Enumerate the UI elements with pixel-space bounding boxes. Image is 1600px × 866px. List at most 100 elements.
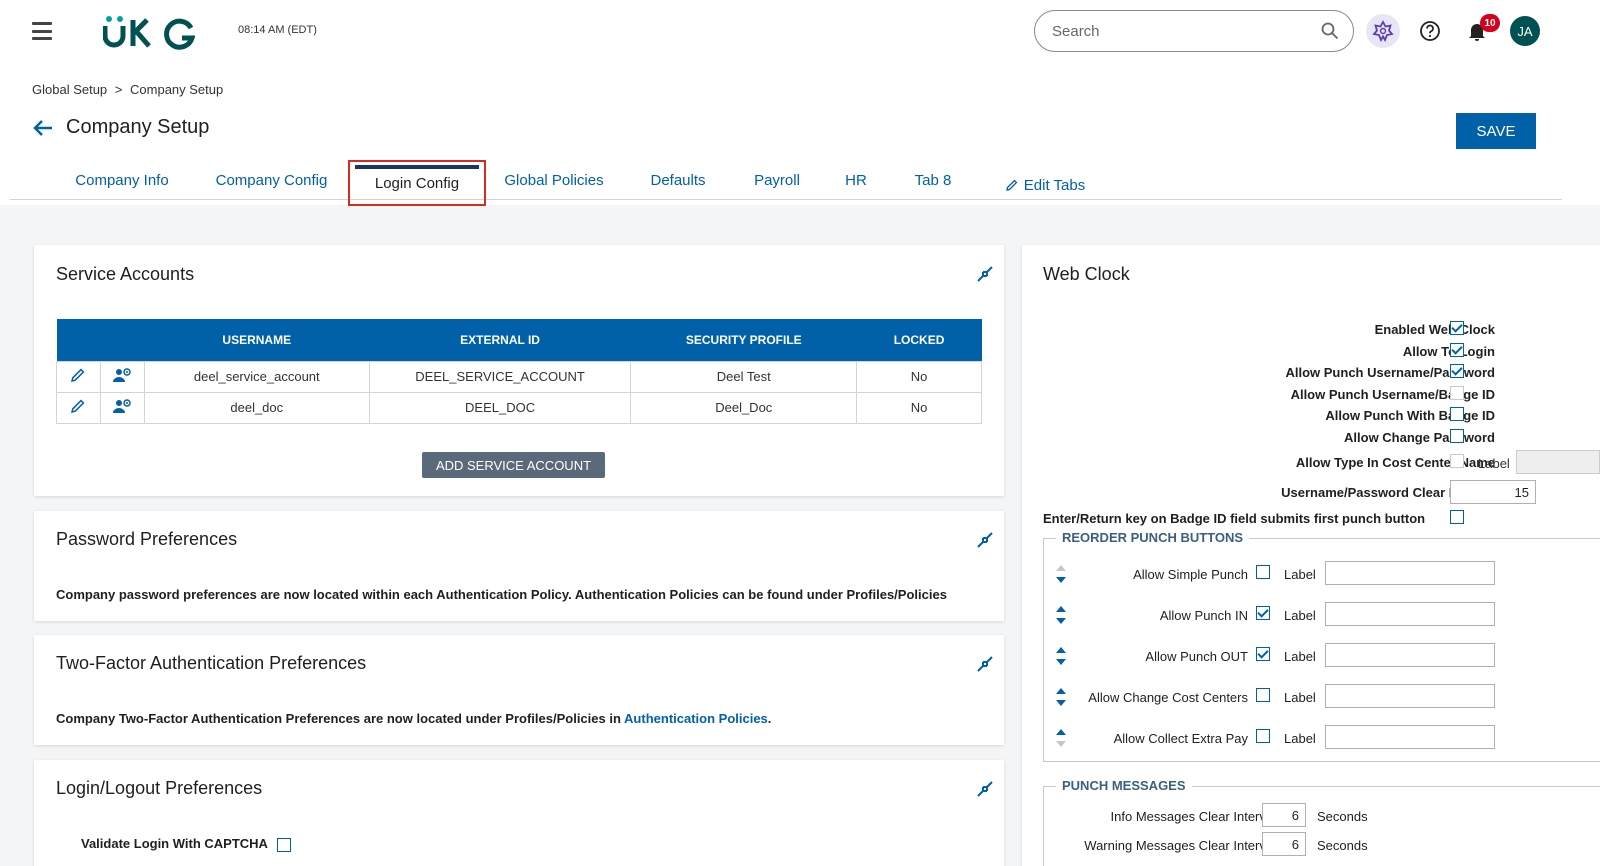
ai-assistant-button[interactable] xyxy=(1366,14,1400,48)
wc-enabled-checkbox[interactable] xyxy=(1450,321,1464,335)
punch-simple-label-input[interactable] xyxy=(1325,561,1495,585)
reorder-arrows[interactable] xyxy=(1056,565,1066,583)
pencil-icon[interactable] xyxy=(70,367,86,383)
col-external-id[interactable]: EXTERNAL ID xyxy=(369,319,631,361)
login-logout-title: Login/Logout Preferences xyxy=(56,778,263,798)
punch-extra-pay-label-input[interactable] xyxy=(1325,725,1495,749)
punch-cost-centers-label-input[interactable] xyxy=(1325,684,1495,708)
add-service-account-button[interactable]: ADD SERVICE ACCOUNT xyxy=(422,452,605,478)
user-settings-button[interactable] xyxy=(99,360,145,393)
cell-security-profile: Deel_Doc xyxy=(630,391,858,424)
move-down-icon xyxy=(1056,741,1066,747)
cell-locked: No xyxy=(856,391,982,424)
avatar[interactable]: JA xyxy=(1510,16,1540,46)
punch-in-label-input[interactable] xyxy=(1325,602,1495,626)
save-button[interactable]: SAVE xyxy=(1456,113,1536,149)
move-up-icon xyxy=(1056,565,1066,571)
punch-extra-pay-checkbox[interactable] xyxy=(1256,729,1270,743)
col-locked[interactable]: LOCKED xyxy=(856,319,982,361)
authentication-policies-link[interactable]: Authentication Policies xyxy=(624,711,768,726)
move-down-icon[interactable] xyxy=(1056,700,1066,706)
collapse-icon[interactable] xyxy=(976,780,994,803)
edit-row-button[interactable] xyxy=(56,360,101,393)
table-row: deel_service_account DEEL_SERVICE_ACCOUN… xyxy=(56,360,982,393)
captcha-label: Validate Login With CAPTCHA xyxy=(81,836,268,851)
tab-company-config[interactable]: Company Config xyxy=(210,160,333,200)
warning-clear-interval-label: Warning Messages Clear Interval xyxy=(1084,838,1276,853)
login-logout-card: Login/Logout Preferences Validate Login … xyxy=(34,760,1004,866)
back-arrow-icon[interactable] xyxy=(32,117,54,144)
punch-simple-checkbox[interactable] xyxy=(1256,565,1270,579)
wc-enter-key-checkbox[interactable] xyxy=(1450,510,1464,524)
tab-hr[interactable]: HR xyxy=(844,160,868,200)
wc-punch-username-password-checkbox[interactable] xyxy=(1450,364,1464,378)
tab-company-info[interactable]: Company Info xyxy=(65,160,179,200)
col-action xyxy=(100,319,145,361)
col-security-profile[interactable]: SECURITY PROFILE xyxy=(630,319,857,361)
info-clear-interval-input[interactable]: 6 xyxy=(1262,803,1306,827)
info-clear-interval-label: Info Messages Clear Interval xyxy=(1110,809,1276,824)
move-down-icon[interactable] xyxy=(1056,659,1066,665)
info-seconds-label: Seconds xyxy=(1317,809,1368,824)
move-up-icon[interactable] xyxy=(1056,647,1066,653)
punch-out-label-input[interactable] xyxy=(1325,643,1495,667)
wc-allow-login-checkbox[interactable] xyxy=(1450,343,1464,357)
user-gear-icon[interactable] xyxy=(112,367,132,383)
move-up-icon[interactable] xyxy=(1056,688,1066,694)
wc-cost-center-label-word: Label xyxy=(1478,456,1510,471)
help-icon xyxy=(1420,21,1440,41)
punch-cost-centers-checkbox[interactable] xyxy=(1256,688,1270,702)
collapse-icon[interactable] xyxy=(976,655,994,678)
edit-row-button[interactable] xyxy=(56,391,101,424)
tab-defaults[interactable]: Defaults xyxy=(643,160,713,200)
user-gear-icon[interactable] xyxy=(112,398,132,414)
col-username[interactable]: USERNAME xyxy=(144,319,370,361)
reorder-arrows[interactable] xyxy=(1056,729,1066,747)
tab-8[interactable]: Tab 8 xyxy=(910,160,956,200)
notification-badge: 10 xyxy=(1480,14,1500,32)
help-button[interactable] xyxy=(1413,14,1447,48)
wc-clear-interval-input[interactable]: 15 xyxy=(1450,480,1536,504)
move-down-icon[interactable] xyxy=(1056,618,1066,624)
wc-punch-username-badge-checkbox xyxy=(1450,386,1464,400)
tab-global-policies[interactable]: Global Policies xyxy=(504,160,604,200)
move-up-icon[interactable] xyxy=(1056,729,1066,735)
move-down-icon[interactable] xyxy=(1056,577,1066,583)
reorder-arrows[interactable] xyxy=(1056,647,1066,665)
warning-clear-interval-input[interactable]: 6 xyxy=(1262,832,1306,856)
move-up-icon[interactable] xyxy=(1056,606,1066,612)
punch-in-checkbox[interactable] xyxy=(1256,606,1270,620)
collapse-icon[interactable] xyxy=(976,531,994,554)
reorder-arrows[interactable] xyxy=(1056,606,1066,624)
table-row: deel_doc DEEL_DOC Deel_Doc No xyxy=(56,391,982,424)
wc-enter-key-label: Enter/Return key on Badge ID field submi… xyxy=(1043,511,1426,526)
wc-change-password-checkbox[interactable] xyxy=(1450,429,1464,443)
search-input[interactable] xyxy=(1052,22,1321,40)
cell-locked: No xyxy=(856,360,982,393)
wc-punch-badge-checkbox[interactable] xyxy=(1450,407,1464,421)
cell-external-id: DEEL_SERVICE_ACCOUNT xyxy=(368,360,632,393)
tab-payroll[interactable]: Payroll xyxy=(748,160,806,200)
web-clock-card: Web Clock Enabled Web Clock Allow To Log… xyxy=(1022,245,1600,866)
menu-icon[interactable] xyxy=(32,22,52,40)
punch-messages-title: PUNCH MESSAGES xyxy=(1056,778,1192,793)
reorder-arrows[interactable] xyxy=(1056,688,1066,706)
captcha-checkbox[interactable] xyxy=(277,837,292,852)
breadcrumb: Global Setup > Company Setup xyxy=(32,82,227,97)
edit-tabs-button[interactable]: Edit Tabs xyxy=(1004,165,1086,205)
tab-bar: Company Info Company Config Login Config… xyxy=(10,160,1562,206)
search-icon[interactable] xyxy=(1321,22,1339,40)
punch-out-label-word: Label xyxy=(1284,649,1316,664)
pencil-icon[interactable] xyxy=(70,398,86,414)
collapse-icon[interactable] xyxy=(976,265,994,288)
search-box[interactable] xyxy=(1034,10,1354,52)
breadcrumb-company-setup: Company Setup xyxy=(130,82,224,97)
punch-out-checkbox[interactable] xyxy=(1256,647,1270,661)
punch-extra-pay-label-word: Label xyxy=(1284,731,1316,746)
user-settings-button[interactable] xyxy=(99,391,145,424)
ukg-logo[interactable] xyxy=(103,14,195,50)
breadcrumb-global-setup[interactable]: Global Setup xyxy=(32,82,107,97)
tab-login-config[interactable]: Login Config xyxy=(348,160,486,206)
punch-cost-centers-label: Allow Change Cost Centers xyxy=(1088,690,1248,705)
notifications-button[interactable]: 10 xyxy=(1460,14,1500,48)
